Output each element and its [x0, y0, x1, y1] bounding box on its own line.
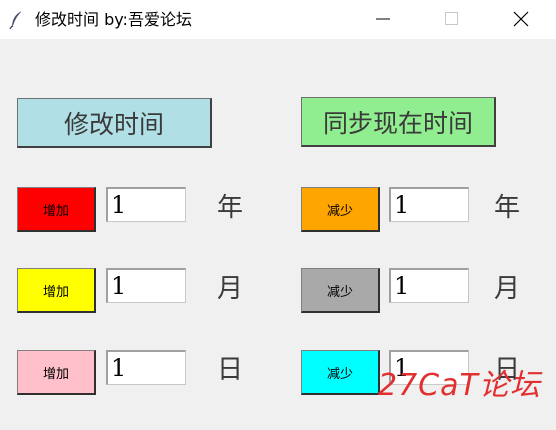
decrease-day-button[interactable]: 减少: [301, 350, 380, 395]
increase-year-button[interactable]: 增加: [17, 187, 96, 232]
sync-time-button[interactable]: 同步现在时间: [301, 97, 496, 147]
close-button[interactable]: [498, 0, 544, 39]
title-bar[interactable]: 修改时间 by:吾爱论坛: [0, 0, 556, 39]
minimize-icon: [376, 18, 390, 20]
increase-month-unit: 月: [217, 274, 244, 304]
modify-time-button[interactable]: 修改时间: [17, 98, 212, 148]
increase-day-unit: 日: [217, 355, 244, 385]
maximize-button[interactable]: [428, 0, 474, 39]
increase-day-button[interactable]: 增加: [17, 350, 96, 395]
decrease-year-button[interactable]: 减少: [301, 187, 380, 232]
minimize-button[interactable]: [360, 0, 406, 39]
increase-month-input[interactable]: 1: [106, 268, 186, 303]
decrease-year-input[interactable]: 1: [389, 187, 469, 222]
watermark: 27CaT论坛: [378, 368, 541, 403]
feather-icon: [9, 10, 25, 30]
window-title: 修改时间 by:吾爱论坛: [35, 10, 192, 29]
increase-day-input[interactable]: 1: [106, 350, 186, 385]
decrease-month-input[interactable]: 1: [389, 268, 469, 303]
increase-year-input[interactable]: 1: [106, 187, 186, 222]
decrease-year-unit: 年: [494, 193, 521, 223]
maximize-icon: [445, 12, 458, 25]
decrease-month-unit: 月: [494, 274, 521, 304]
close-icon: [513, 11, 529, 27]
increase-year-unit: 年: [217, 193, 244, 223]
increase-month-button[interactable]: 增加: [17, 268, 96, 313]
decrease-month-button[interactable]: 减少: [301, 268, 380, 313]
